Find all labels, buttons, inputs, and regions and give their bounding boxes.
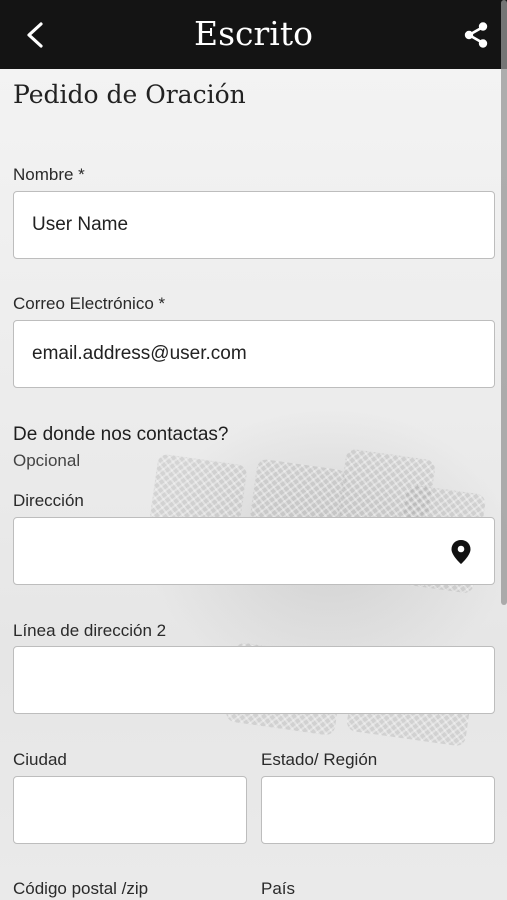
address-input[interactable]: [14, 518, 494, 584]
contact-section-optional-note: Opcional: [13, 451, 81, 470]
state-input[interactable]: [262, 777, 494, 843]
address2-field[interactable]: [13, 646, 495, 714]
name-label: Nombre *: [13, 165, 85, 184]
email-field[interactable]: [13, 320, 495, 388]
address2-label: Línea de dirección 2: [13, 621, 167, 640]
name-input[interactable]: [14, 192, 494, 258]
address2-input[interactable]: [14, 647, 494, 713]
app-header: Escrito: [0, 0, 507, 69]
address-label: Dirección: [13, 491, 84, 510]
email-label: Correo Electrónico *: [13, 294, 166, 313]
zip-label: Código postal /zip: [13, 879, 149, 898]
share-button[interactable]: [455, 14, 497, 56]
header-title: Escrito: [194, 14, 313, 53]
name-field[interactable]: [13, 191, 495, 259]
share-icon: [464, 22, 488, 48]
city-label: Ciudad: [13, 750, 67, 769]
back-button[interactable]: [14, 14, 56, 56]
state-field[interactable]: [261, 776, 495, 844]
map-pin-icon[interactable]: [450, 539, 472, 565]
city-field[interactable]: [13, 776, 247, 844]
chevron-left-icon: [27, 22, 43, 48]
address-field[interactable]: [13, 517, 495, 585]
state-label: Estado/ Región: [261, 750, 378, 769]
page-title: Pedido de Oración: [13, 80, 246, 109]
contact-section-heading: De donde nos contactas?: [13, 424, 229, 445]
email-input[interactable]: [14, 321, 494, 387]
city-input[interactable]: [14, 777, 246, 843]
scrollbar[interactable]: [501, 0, 507, 605]
country-label: País: [261, 879, 296, 898]
